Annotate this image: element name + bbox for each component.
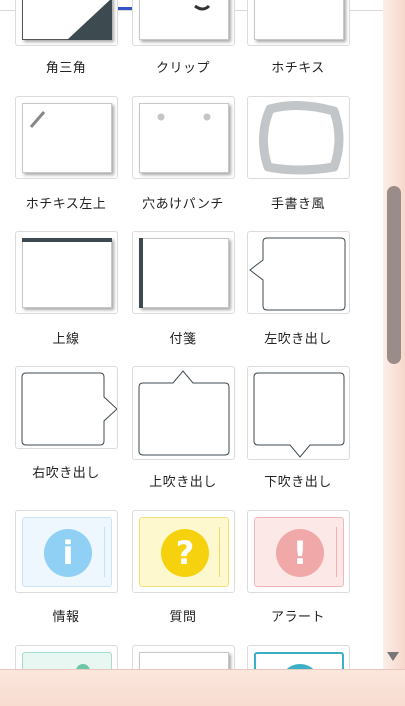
style-label: 情報 bbox=[52, 610, 80, 625]
bottom-bar bbox=[0, 669, 405, 706]
sticky-note-bar bbox=[139, 238, 143, 308]
style-label: 右吹き出し bbox=[32, 466, 100, 481]
bottom-balloon-icon bbox=[253, 372, 345, 458]
tile-card-green bbox=[22, 652, 112, 669]
style-tile-clip[interactable] bbox=[132, 0, 235, 46]
right-balloon-icon bbox=[21, 372, 117, 446]
style-tile-next-1[interactable] bbox=[15, 645, 118, 669]
style-label: 穴あけパンチ bbox=[142, 197, 224, 212]
style-tile-question[interactable]: ? bbox=[132, 510, 235, 593]
clip-icon bbox=[194, 4, 211, 11]
style-tile-staple[interactable] bbox=[247, 0, 350, 46]
question-divider bbox=[219, 527, 220, 577]
style-gallery-panel: 角三角 クリップ ホチキス ホチキス左上 穴あけパンチ 手書き風 上線 付箋 左… bbox=[0, 0, 383, 669]
alert-divider bbox=[336, 527, 337, 577]
scroll-down-arrow-icon[interactable] bbox=[387, 652, 399, 661]
style-label: 質問 bbox=[169, 610, 197, 625]
style-tile-next-3[interactable] bbox=[247, 645, 350, 669]
style-label: 左吹き出し bbox=[264, 332, 332, 347]
info-icon: i bbox=[44, 529, 92, 577]
top-line-bar bbox=[22, 238, 112, 242]
style-label: 上吹き出し bbox=[149, 475, 217, 490]
style-tile-hole-punch[interactable] bbox=[132, 96, 235, 179]
style-label: 下吹き出し bbox=[264, 475, 332, 490]
alert-icon: ! bbox=[276, 529, 324, 577]
hole-punch-icon bbox=[157, 113, 211, 121]
style-tile-corner-triangle[interactable] bbox=[15, 0, 118, 46]
style-label: 付箋 bbox=[169, 332, 197, 347]
left-balloon-icon bbox=[249, 237, 346, 311]
style-tile-right-balloon[interactable] bbox=[15, 366, 118, 449]
staple-icon bbox=[29, 111, 46, 128]
style-label: 上線 bbox=[52, 332, 80, 347]
scrollbar-thumb[interactable] bbox=[387, 186, 401, 364]
style-tile-top-line[interactable] bbox=[15, 231, 118, 314]
style-tile-staple-top-left[interactable] bbox=[15, 96, 118, 179]
style-tile-alert[interactable]: ! bbox=[247, 510, 350, 593]
style-label: 手書き風 bbox=[270, 197, 325, 212]
style-label: クリップ bbox=[155, 61, 210, 76]
style-tile-handwritten[interactable] bbox=[247, 96, 350, 179]
corner-triangle-icon bbox=[67, 0, 112, 40]
style-label: 角三角 bbox=[45, 61, 87, 76]
style-tile-sticky-note[interactable] bbox=[132, 231, 235, 314]
style-label: ホチキス bbox=[271, 61, 325, 76]
style-label: ホチキス左上 bbox=[25, 197, 107, 212]
info-divider bbox=[104, 527, 105, 577]
style-tile-next-2[interactable] bbox=[132, 645, 235, 669]
handwritten-frame-icon bbox=[259, 100, 344, 175]
top-balloon-icon bbox=[138, 370, 230, 456]
style-label: アラート bbox=[270, 610, 325, 625]
style-tile-info[interactable]: i bbox=[15, 510, 118, 593]
style-tile-top-balloon[interactable] bbox=[132, 366, 235, 460]
question-icon: ? bbox=[161, 529, 209, 577]
style-tile-bottom-balloon[interactable] bbox=[247, 366, 350, 460]
style-tile-left-balloon[interactable] bbox=[247, 231, 350, 314]
